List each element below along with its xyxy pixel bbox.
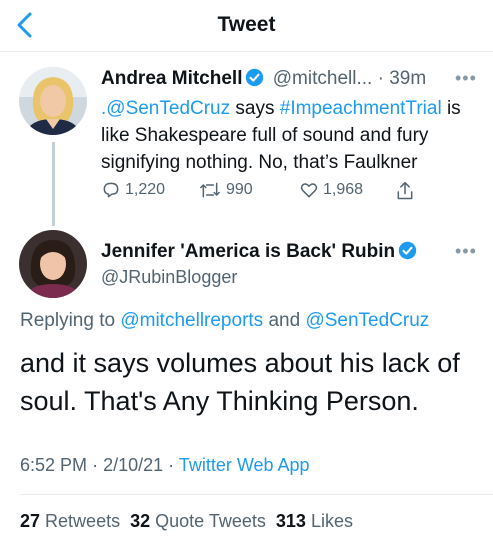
retweet-icon xyxy=(200,182,220,198)
main-tweet-text: and it says volumes about his lack of so… xyxy=(20,348,460,416)
more-icon[interactable]: ••• xyxy=(455,241,477,262)
replying-label: Replying to xyxy=(20,310,116,331)
reply-count: 1,220 xyxy=(125,181,166,198)
parent-tweet-text: .@SenTedCruz says #ImpeachmentTrial is l… xyxy=(101,95,481,176)
author-name[interactable]: Andrea Mitchell xyxy=(101,68,242,89)
quotes-label: Quote Tweets xyxy=(155,511,266,531)
likes-count: 313 xyxy=(275,511,306,531)
quotes-stat[interactable]: 32 Quote Tweets xyxy=(130,511,266,531)
mention-link[interactable]: @SenTedCruz xyxy=(305,310,429,331)
author-name[interactable]: Jennifer 'America is Back' Rubin xyxy=(101,241,395,262)
parent-tweet-actions: 1,220 990 1,968 xyxy=(101,180,431,204)
verified-icon xyxy=(398,241,417,266)
mention-link[interactable]: @mitchellreports xyxy=(120,310,263,331)
tweet-stats: 27 Retweets 32 Quote Tweets 313 Likes xyxy=(20,511,353,532)
retweets-label: Retweets xyxy=(45,511,121,531)
more-icon[interactable]: ••• xyxy=(455,68,477,89)
quotes-count: 32 xyxy=(130,511,151,531)
and-text: and xyxy=(268,310,301,331)
separator-dot: · xyxy=(377,68,384,89)
tweet-source[interactable]: Twitter Web App xyxy=(179,455,310,475)
retweets-count: 27 xyxy=(20,511,41,531)
likes-label: Likes xyxy=(310,511,353,531)
author-handle[interactable]: @mitchell... xyxy=(273,68,373,89)
mention-link[interactable]: .@SenTedCruz xyxy=(101,98,230,119)
replying-to: Replying to @mitchellreports and @SenTed… xyxy=(20,310,429,332)
reply-button[interactable]: 1,220 xyxy=(101,180,165,200)
retweet-button[interactable]: 990 xyxy=(198,180,253,200)
main-tweet-header: Jennifer 'America is Back' Rubin xyxy=(101,241,420,266)
thread-connector xyxy=(52,142,55,226)
share-button[interactable] xyxy=(395,180,419,202)
share-icon xyxy=(397,181,413,200)
retweets-stat[interactable]: 27 Retweets xyxy=(20,511,120,531)
reply-icon xyxy=(103,182,119,198)
tweet-time[interactable]: 39m xyxy=(389,68,426,89)
divider xyxy=(20,494,493,495)
tweet-meta: 6:52 PM · 2/10/21 · Twitter Web App xyxy=(20,455,310,476)
tweet-date[interactable]: 2/10/21 xyxy=(103,455,163,475)
top-bar: Tweet xyxy=(0,0,493,52)
page-title: Tweet xyxy=(217,13,276,36)
likes-stat[interactable]: 313 Likes xyxy=(276,511,353,531)
tweet-time[interactable]: 6:52 PM xyxy=(20,455,87,475)
avatar-jennifer-rubin[interactable] xyxy=(19,230,87,298)
verified-icon xyxy=(245,68,264,93)
author-handle[interactable]: @JRubinBlogger xyxy=(101,267,237,288)
avatar-andrea-mitchell[interactable] xyxy=(19,67,87,135)
like-count: 1,968 xyxy=(323,181,364,198)
parent-tweet-header: Andrea Mitchell @mitchell... · 39m xyxy=(101,68,426,93)
like-button[interactable]: 1,968 xyxy=(299,180,363,200)
retweet-count: 990 xyxy=(226,181,253,198)
tweet-text-part: says xyxy=(230,98,280,119)
separator-dot: · xyxy=(92,455,99,475)
like-icon xyxy=(300,183,318,198)
separator-dot: · xyxy=(168,455,175,475)
hashtag-link[interactable]: #ImpeachmentTrial xyxy=(280,98,442,119)
